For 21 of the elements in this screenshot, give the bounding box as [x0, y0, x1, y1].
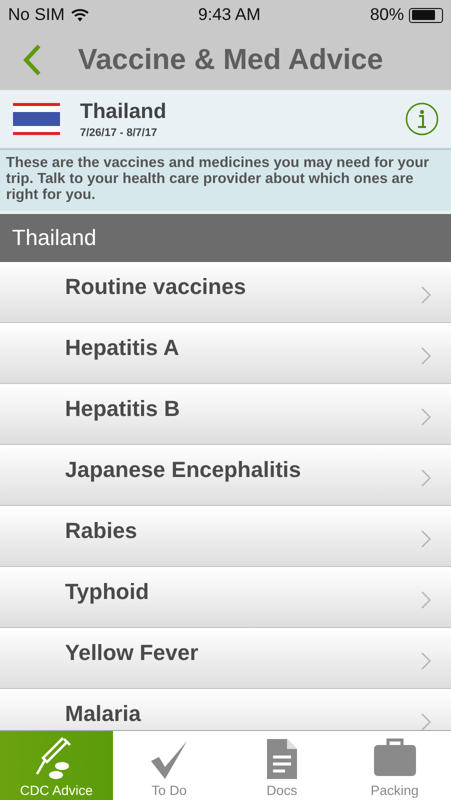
chevron-icon	[421, 408, 431, 426]
section-header: Thailand	[0, 214, 451, 262]
battery-icon	[409, 8, 443, 22]
chevron-icon	[421, 652, 431, 670]
battery-percent: 80%	[370, 5, 404, 25]
chevron-icon	[421, 591, 431, 609]
info-button[interactable]	[405, 102, 439, 136]
country-name: Thailand	[80, 100, 168, 124]
chevron-icon	[421, 347, 431, 365]
time-text: 9:43 AM	[198, 5, 261, 25]
screen-title: Vaccine & Med Advice	[78, 44, 384, 76]
flag-icon	[13, 103, 60, 135]
chevron-icon	[421, 469, 431, 487]
document-icon	[264, 737, 299, 781]
wifi-icon	[70, 8, 89, 22]
chevron-icon	[421, 286, 431, 304]
trip-dates: 7/26/17 - 8/7/17	[80, 126, 158, 138]
chevron-icon	[421, 530, 431, 548]
carrier-text: No SIM	[8, 5, 65, 25]
suitcase-icon	[372, 737, 417, 777]
intro-text: These are the vaccines and medicines you may need for your trip. Talk to your health care provider about which ones are right for you.	[0, 150, 451, 214]
